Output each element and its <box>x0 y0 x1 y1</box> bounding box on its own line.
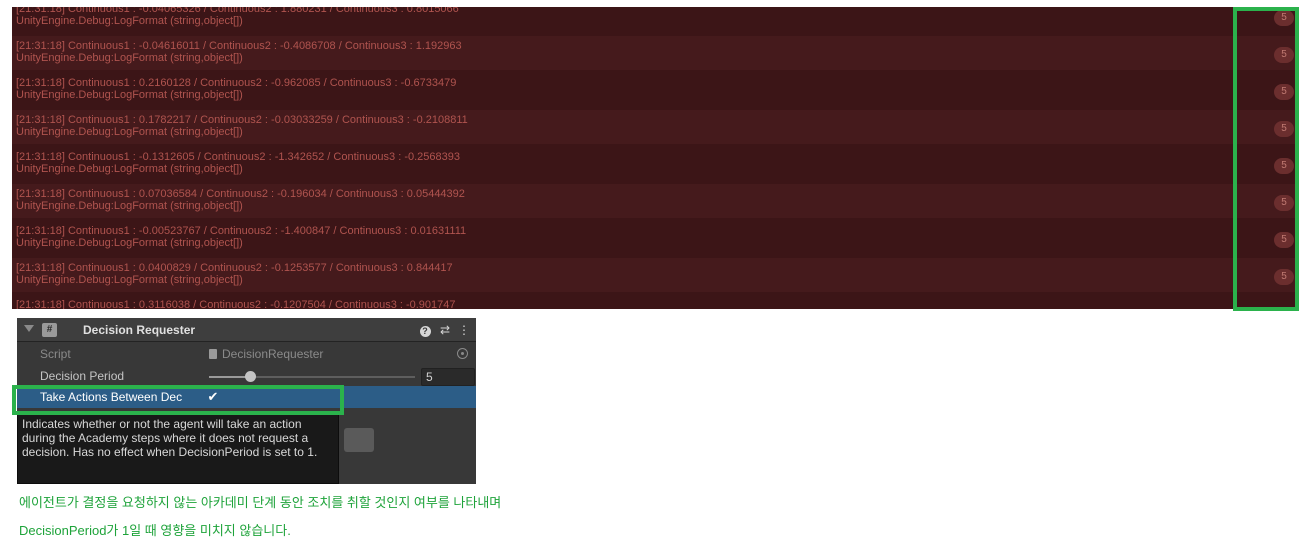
log-message: [21:31:18] Continuous1 : 0.2160128 / Con… <box>16 77 457 89</box>
script-file-icon <box>209 349 217 359</box>
count-column-highlight <box>1233 7 1299 311</box>
console-log-panel: [21:31:18] Continuous1 : -0.04065326 / C… <box>12 7 1299 309</box>
component-title: Decision Requester <box>83 323 196 337</box>
partially-hidden-button[interactable] <box>344 428 374 452</box>
log-message: [21:31:18] Continuous1 : 0.3116038 / Con… <box>16 299 456 309</box>
fold-arrow-icon[interactable] <box>24 325 34 332</box>
log-entry[interactable]: [21:31:18] Continuous1 : 0.1782217 / Con… <box>12 110 1299 144</box>
log-entry[interactable]: [21:31:18] Continuous1 : 0.2160128 / Con… <box>12 73 1299 107</box>
log-stack-trace: UnityEngine.Debug:LogFormat (string,obje… <box>16 274 243 286</box>
script-component-icon: # <box>42 323 57 337</box>
log-entry[interactable]: [21:31:18] Continuous1 : 0.3116038 / Con… <box>12 295 1299 309</box>
log-entry[interactable]: [21:31:18] Continuous1 : -0.1312605 / Co… <box>12 147 1299 181</box>
decision-period-label: Decision Period <box>40 369 125 383</box>
log-entry[interactable]: [21:31:18] Continuous1 : 0.07036584 / Co… <box>12 184 1299 218</box>
component-header[interactable]: # Decision Requester ? ⇄ ⋮ <box>17 318 476 342</box>
log-message: [21:31:18] Continuous1 : 0.07036584 / Co… <box>16 188 465 200</box>
menu-icon[interactable]: ⋮ <box>457 322 471 338</box>
log-message: [21:31:18] Continuous1 : -0.1312605 / Co… <box>16 151 460 163</box>
log-message: [21:31:18] Continuous1 : -0.04065326 / C… <box>16 7 459 15</box>
help-icon[interactable]: ? <box>418 322 432 338</box>
caption-line-1: 에이전트가 결정을 요청하지 않는 아카데미 단계 동안 조치를 취할 것인지 … <box>19 495 502 510</box>
log-message: [21:31:18] Continuous1 : -0.00523767 / C… <box>16 225 467 237</box>
log-message: [21:31:18] Continuous1 : 0.0400829 / Con… <box>16 262 453 274</box>
decision-period-input[interactable]: 5 <box>421 368 475 386</box>
decision-period-slider-thumb[interactable] <box>245 371 257 382</box>
log-entry[interactable]: [21:31:18] Continuous1 : -0.04065326 / C… <box>12 7 1299 33</box>
script-label: Script <box>40 347 71 361</box>
log-stack-trace: UnityEngine.Debug:LogFormat (string,obje… <box>16 52 243 64</box>
log-message: [21:31:18] Continuous1 : -0.04616011 / C… <box>16 40 462 52</box>
tooltip: Indicates whether or not the agent will … <box>17 413 339 484</box>
log-stack-trace: UnityEngine.Debug:LogFormat (string,obje… <box>16 237 243 249</box>
log-stack-trace: UnityEngine.Debug:LogFormat (string,obje… <box>16 126 243 138</box>
log-stack-trace: UnityEngine.Debug:LogFormat (string,obje… <box>16 200 243 212</box>
log-entry[interactable]: [21:31:18] Continuous1 : -0.04616011 / C… <box>12 36 1299 70</box>
take-actions-highlight <box>12 385 344 415</box>
log-stack-trace: UnityEngine.Debug:LogFormat (string,obje… <box>16 89 243 101</box>
script-value: DecisionRequester <box>222 347 324 361</box>
log-stack-trace: UnityEngine.Debug:LogFormat (string,obje… <box>16 163 243 175</box>
log-stack-trace: UnityEngine.Debug:LogFormat (string,obje… <box>16 15 243 27</box>
log-entry[interactable]: [21:31:18] Continuous1 : -0.00523767 / C… <box>12 221 1299 255</box>
caption-line-2: DecisionPeriod가 1일 때 영향을 미치지 않습니다. <box>19 523 291 538</box>
object-picker-icon[interactable] <box>457 348 468 359</box>
preset-icon[interactable]: ⇄ <box>438 322 452 338</box>
log-entry[interactable]: [21:31:18] Continuous1 : 0.0400829 / Con… <box>12 258 1299 292</box>
decision-period-slider-fill <box>209 376 251 378</box>
script-field[interactable]: DecisionRequester <box>205 345 473 363</box>
log-message: [21:31:18] Continuous1 : 0.1782217 / Con… <box>16 114 468 126</box>
